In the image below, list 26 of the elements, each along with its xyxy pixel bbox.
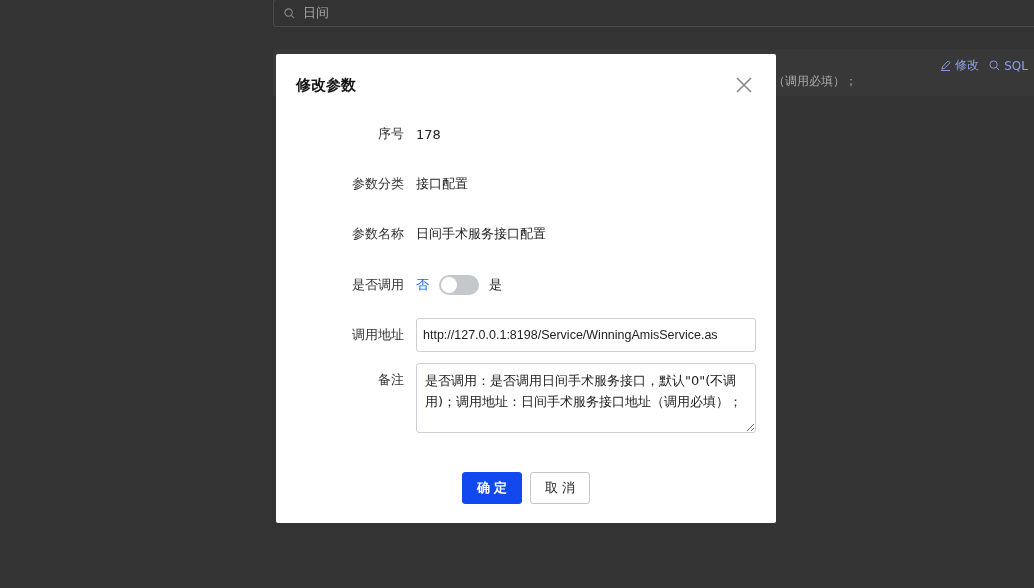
field-label: 序号 — [377, 125, 404, 143]
field-label: 调用地址 — [351, 326, 404, 344]
switch-off-label: 否 — [416, 276, 429, 294]
toggle-switch[interactable] — [439, 275, 479, 295]
field-label: 参数名称 — [351, 225, 404, 243]
field-label: 是否调用 — [351, 276, 404, 294]
sql-link[interactable]: SQL — [989, 57, 1028, 74]
cancel-button[interactable]: 取 消 — [530, 472, 590, 504]
edit-link[interactable]: 修改 — [940, 57, 980, 74]
search-icon — [989, 60, 1001, 71]
field-label: 参数分类 — [351, 175, 404, 193]
field-value: 日间手术服务接口配置 — [416, 225, 547, 243]
search-field[interactable]: 日间 — [273, 0, 1034, 27]
switch-on-label: 是 — [489, 276, 502, 294]
textarea-field[interactable]: 是否调用：是否调用日间手术服务接口，默认"0"(不调用)；调用地址：日间手术服务接口地址（调用必填）； — [416, 363, 756, 433]
table-cell: （调用必填）； — [773, 73, 857, 90]
field-label: 备注 — [377, 371, 404, 389]
field-value: 178 — [416, 126, 442, 142]
pencil-icon — [940, 60, 952, 71]
close-button[interactable] — [734, 75, 754, 95]
search-icon — [284, 7, 295, 19]
input-field[interactable]: http://127.0.0.1:8198/Service/WinningAmisService.as — [416, 318, 756, 352]
confirm-button[interactable]: 确 定 — [462, 472, 522, 504]
dialog-title: 修改参数 — [296, 75, 356, 95]
search-text: 日间 — [303, 4, 329, 22]
field-value: 接口配置 — [416, 175, 469, 193]
